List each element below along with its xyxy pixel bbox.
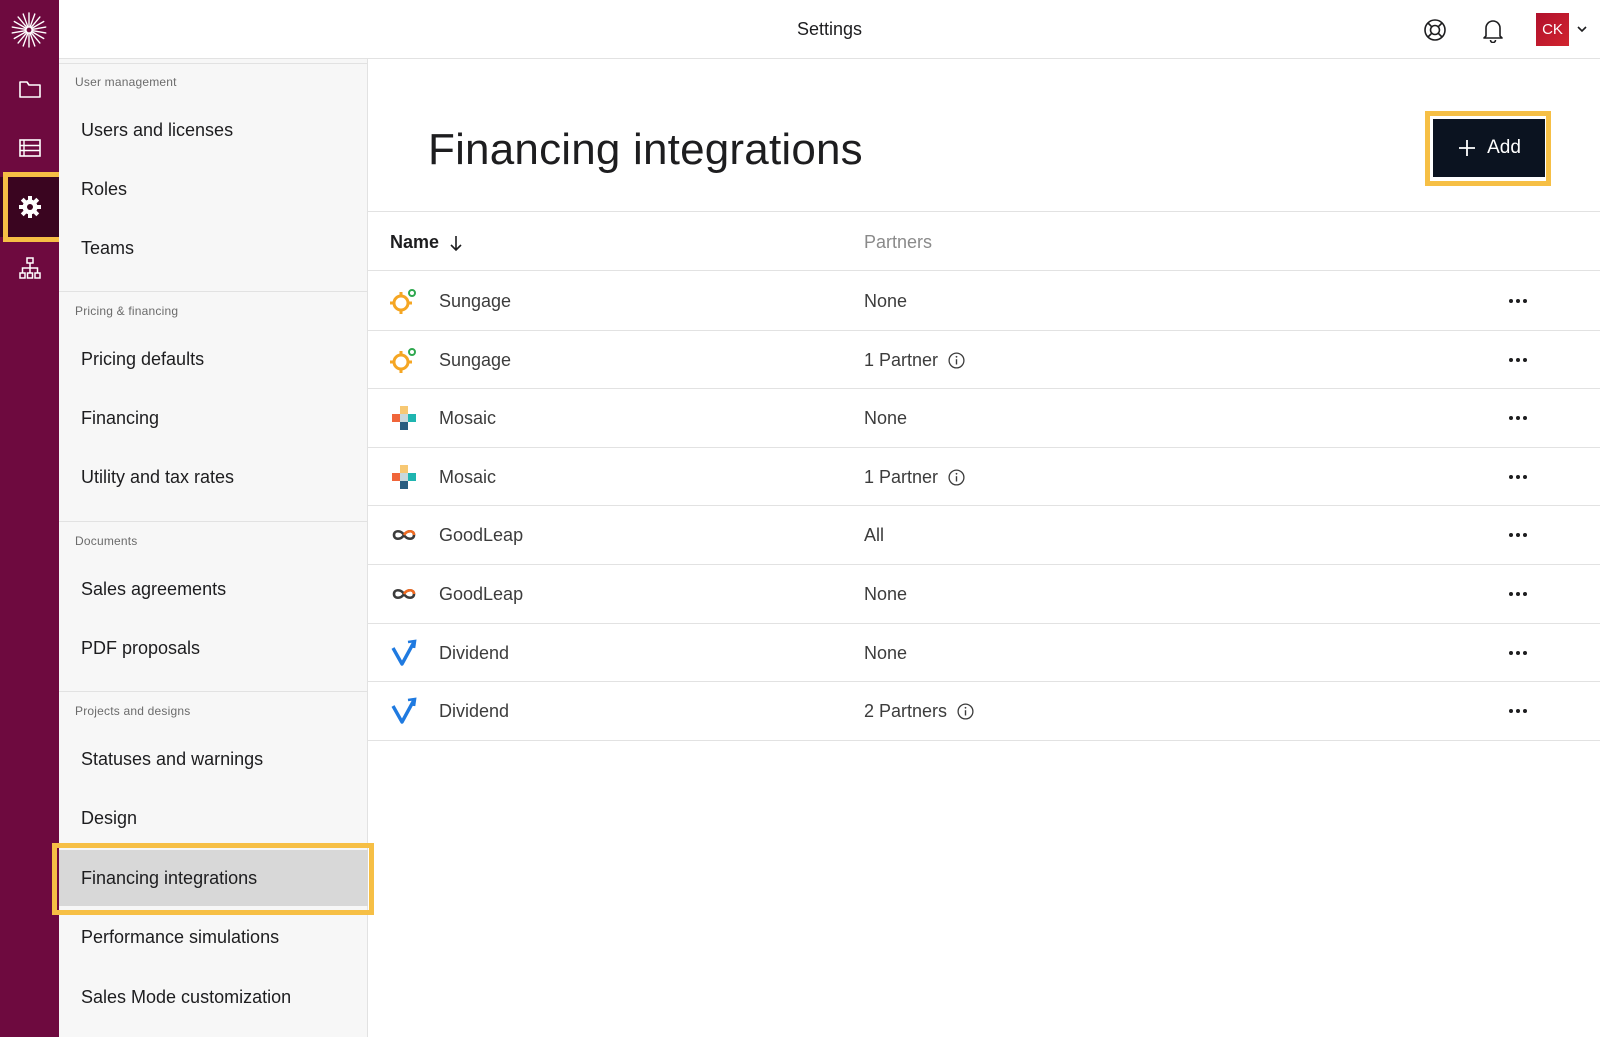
section-divider [59, 521, 368, 522]
integration-name: GoodLeap [439, 584, 524, 604]
sidebar-item-design[interactable]: Design [59, 790, 368, 846]
plus-icon [1459, 140, 1476, 156]
sidebar-item-performance-simulations[interactable]: Performance simulations [59, 909, 368, 965]
partners-value: None [864, 291, 908, 311]
sidebar-item-statuses-and-warnings[interactable]: Statuses and warnings [59, 731, 368, 787]
add-button-label: Add [1487, 137, 1521, 158]
integration-name: Dividend [439, 701, 510, 722]
dividend-logo-icon [390, 697, 418, 725]
rail-projects-button[interactable] [0, 61, 59, 117]
partners-cell: None [864, 643, 907, 664]
bell-icon[interactable] [1479, 16, 1507, 44]
goodleap-logo-icon [390, 521, 418, 549]
partners-value: All [864, 525, 885, 546]
integration-name: Sungage [439, 291, 512, 311]
sidebar-item-financing-integrations[interactable]: Financing integrations [59, 850, 368, 906]
column-header-name[interactable]: Name [390, 232, 463, 253]
partners-value: None [864, 642, 908, 663]
sungage-logo-icon [390, 287, 418, 315]
integration-name: Mosaic [439, 466, 497, 487]
sidebar-item-teams[interactable]: Teams [59, 220, 368, 276]
partners-cell: 1 Partner [864, 350, 965, 371]
sidebar-item-sales-mode-customization[interactable]: Sales Mode customization [59, 969, 368, 1025]
rail-list-button[interactable] [0, 120, 59, 176]
partners-cell: None [864, 584, 907, 605]
more-options-icon[interactable] [1504, 289, 1532, 313]
page-title: Financing integrations [428, 125, 863, 174]
sidebar-item-users-and-licenses[interactable]: Users and licenses [59, 102, 368, 158]
integration-name: GoodLeap [439, 525, 524, 546]
partners-value: 1 Partner [864, 349, 939, 370]
app-rail [0, 0, 59, 1037]
table-row[interactable]: Dividend None [368, 623, 1600, 683]
sidebar-item-sales-agreements[interactable]: Sales agreements [59, 561, 368, 617]
info-icon[interactable] [948, 469, 965, 486]
partners-value: 1 Partner [864, 466, 939, 487]
table-row[interactable]: Mosaic 1 Partner [368, 447, 1600, 507]
section-label-projects-and-designs: Projects and designs [75, 704, 191, 718]
table-row[interactable]: Sungage None [368, 271, 1600, 331]
page-header-title: Settings [796, 19, 863, 39]
table-row[interactable]: Dividend 2 Partners [368, 681, 1600, 741]
more-options-icon[interactable] [1504, 699, 1532, 723]
partners-cell: None [864, 408, 907, 429]
table-header: Name Partners [368, 212, 1600, 271]
section-label-user-management: User management [75, 75, 177, 89]
goodleap-logo-icon [390, 580, 418, 608]
more-options-icon[interactable] [1504, 348, 1532, 372]
section-label-pricing-financing: Pricing & financing [75, 304, 179, 318]
partners-cell: 1 Partner [864, 467, 965, 488]
rail-settings-button[interactable] [0, 177, 59, 237]
settings-sidebar: User management Users and licenses Roles… [59, 59, 368, 1037]
info-icon[interactable] [948, 352, 965, 369]
top-header: Settings [59, 0, 1600, 59]
column-header-name-label: Name [390, 232, 440, 252]
info-icon[interactable] [957, 703, 974, 720]
integration-name: Sungage [439, 349, 512, 370]
more-options-icon[interactable] [1504, 523, 1532, 547]
partners-value: None [864, 408, 908, 429]
partners-value: 2 Partners [864, 701, 948, 722]
partners-cell: None [864, 291, 907, 312]
dividend-logo-icon [390, 639, 418, 667]
rail-org-button[interactable] [0, 240, 59, 296]
more-options-icon[interactable] [1504, 465, 1532, 489]
sidebar-item-roles[interactable]: Roles [59, 161, 368, 217]
section-divider [59, 63, 368, 64]
add-button[interactable]: Add [1433, 119, 1545, 177]
sidebar-item-pricing-defaults[interactable]: Pricing defaults [59, 331, 368, 387]
section-label-documents: Documents [75, 534, 138, 548]
mosaic-logo-icon [390, 463, 418, 491]
org-chart-icon [18, 257, 41, 279]
user-avatar[interactable]: CK [1536, 13, 1569, 46]
gear-icon [18, 196, 41, 218]
partners-cell: All [864, 525, 884, 546]
table-row[interactable]: GoodLeap All [368, 505, 1600, 565]
more-options-icon[interactable] [1504, 406, 1532, 430]
integration-name: Mosaic [439, 408, 497, 429]
folder-icon [18, 81, 41, 98]
section-divider [59, 691, 368, 692]
table-row[interactable]: Sungage 1 Partner [368, 330, 1600, 390]
list-icon [18, 139, 41, 157]
sidebar-item-utility-and-tax-rates[interactable]: Utility and tax rates [59, 449, 368, 505]
mosaic-logo-icon [390, 404, 418, 432]
partners-cell: 2 Partners [864, 701, 974, 722]
sungage-logo-icon [390, 346, 418, 374]
sidebar-item-pdf-proposals[interactable]: PDF proposals [59, 620, 368, 676]
arrow-down-icon [450, 235, 462, 251]
table-row[interactable]: GoodLeap None [368, 564, 1600, 624]
help-icon[interactable] [1421, 16, 1449, 44]
column-header-partners[interactable]: Partners [864, 232, 932, 253]
sidebar-item-financing[interactable]: Financing [59, 390, 368, 446]
app-logo-icon[interactable] [9, 10, 49, 50]
main-content: Financing integrations Add Name Partners… [368, 59, 1600, 1037]
more-options-icon[interactable] [1504, 582, 1532, 606]
table-row[interactable]: Mosaic None [368, 388, 1600, 448]
integration-name: Dividend [439, 642, 510, 663]
more-options-icon[interactable] [1504, 641, 1532, 665]
chevron-down-icon[interactable] [1575, 22, 1589, 36]
section-divider [59, 291, 368, 292]
partners-value: None [864, 584, 908, 604]
